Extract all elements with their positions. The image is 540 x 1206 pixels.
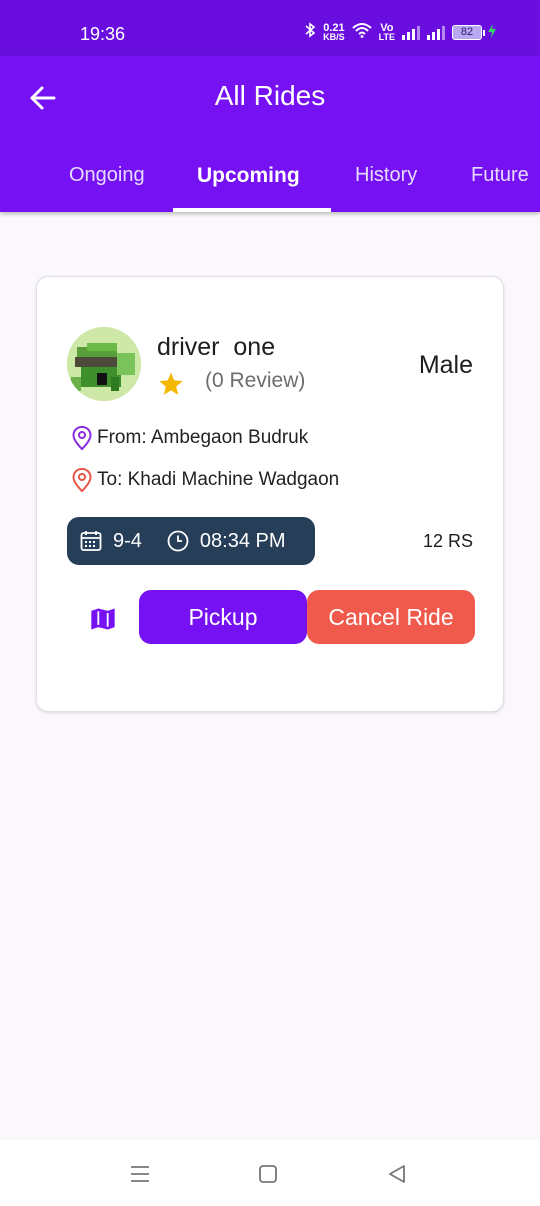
map-icon — [91, 608, 115, 630]
volte-icon: Vo LTE — [378, 22, 395, 42]
home-button[interactable] — [254, 1160, 282, 1188]
ride-time: 08:34 PM — [166, 529, 286, 553]
pickup-button[interactable]: Pickup — [139, 590, 307, 644]
cancel-ride-button[interactable]: Cancel Ride — [307, 590, 475, 644]
volte-bottom: LTE — [378, 31, 395, 42]
clock-icon — [167, 530, 189, 552]
calendar-icon — [80, 531, 102, 551]
driver-avatar — [67, 327, 141, 401]
tab-upcoming[interactable]: Upcoming — [197, 164, 300, 188]
ride-date: 9-4 — [79, 529, 142, 553]
location-pin-icon — [72, 425, 92, 451]
ride-date-text: 9-4 — [113, 529, 142, 552]
date-time-pill: 9-4 08:34 PM — [67, 517, 315, 565]
location-pin-icon — [72, 467, 92, 493]
status-icons: 0.21 KB/S Vo LTE 82 — [304, 22, 496, 43]
back-triangle-icon — [389, 1165, 405, 1183]
app-bar: All Rides Ongoing Upcoming History Futur… — [0, 56, 540, 212]
menu-button[interactable] — [126, 1160, 154, 1188]
net-speed: 0.21 KB/S — [323, 22, 345, 42]
tab-future[interactable]: Future — [471, 164, 529, 187]
tab-ongoing[interactable]: Ongoing — [69, 164, 145, 187]
battery-level: 82 — [452, 25, 482, 40]
ride-price: 12 RS — [422, 531, 473, 551]
battery-tip — [483, 29, 485, 36]
bluetooth-icon — [304, 22, 316, 43]
tab-history[interactable]: History — [355, 164, 417, 187]
page-title: All Rides — [214, 80, 326, 111]
tab-indicator — [173, 208, 331, 212]
battery-icon: 82 — [452, 24, 496, 41]
charging-icon — [488, 24, 496, 41]
signal-icon — [427, 25, 445, 40]
ride-card: driver one (0 Review) Male From: Ambegao… — [36, 276, 504, 712]
status-time: 19:36 — [80, 24, 126, 44]
system-nav-bar — [0, 1140, 540, 1206]
to-text: To: Khadi Machine Wadgaon — [97, 469, 340, 490]
ride-time-text: 08:34 PM — [199, 529, 286, 552]
tab-bar: Ongoing Upcoming History Future — [0, 156, 540, 212]
status-bar: 19:36 0.21 KB/S Vo LTE 82 — [0, 0, 540, 56]
driver-gender: Male — [418, 351, 473, 379]
net-speed-unit: KB/S — [323, 31, 345, 42]
menu-icon — [131, 1166, 149, 1182]
review-count: (0 Review) — [205, 369, 306, 392]
home-square-icon — [259, 1165, 277, 1183]
back-nav-button[interactable] — [383, 1160, 411, 1188]
signal-icon — [402, 25, 420, 40]
map-button[interactable] — [85, 601, 121, 637]
driver-name: driver one — [157, 333, 276, 361]
to-location: To: Khadi Machine Wadgaon — [71, 467, 339, 493]
star-icon — [157, 371, 185, 401]
from-text: From: Ambegaon Budruk — [97, 427, 309, 448]
wifi-icon — [351, 22, 372, 43]
from-location: From: Ambegaon Budruk — [71, 425, 308, 451]
